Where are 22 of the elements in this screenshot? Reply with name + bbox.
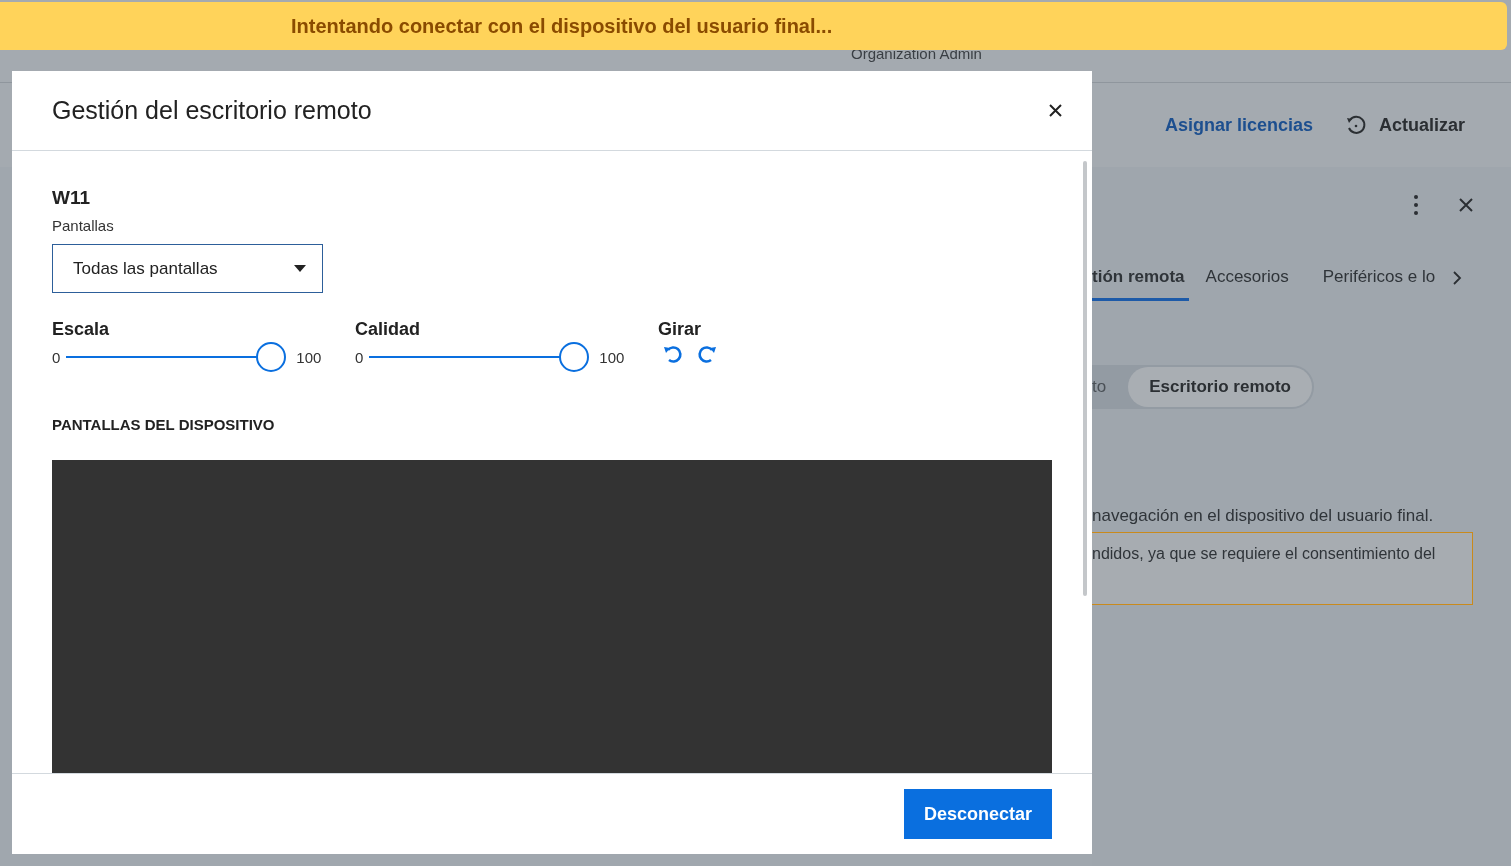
warning-box: ndidos, ya que se requiere el consentimiento del: [1092, 532, 1473, 605]
panel-tab[interactable]: Periféricos e lo: [1305, 255, 1453, 301]
slider-min: 0: [52, 348, 61, 366]
section-title: PANTALLAS DEL DISPOSITIVO: [52, 416, 276, 433]
refresh-button[interactable]: Actualizar: [1344, 114, 1465, 136]
slider-min: 0: [355, 348, 364, 366]
description-text: navegación en el dispositivo del usuario final.: [1092, 506, 1435, 526]
slider-label: Calidad: [355, 319, 421, 340]
slider-max: 100: [599, 348, 625, 366]
slider-max: 100: [296, 348, 322, 366]
segment-option[interactable]: Escritorio remoto: [1128, 367, 1312, 407]
panel-tab[interactable]: Accesorios: [1188, 255, 1306, 301]
dialog-title: Gestión del escritorio remoto: [52, 96, 372, 125]
assign-licenses-link[interactable]: Asignar licencias: [1164, 114, 1313, 136]
disconnect-button[interactable]: Desconectar: [903, 789, 1052, 839]
slider-label: Escala: [52, 319, 111, 340]
screens-dropdown[interactable]: Todas las pantallas: [52, 244, 323, 293]
device-name: W11: [52, 187, 92, 209]
connection-banner: Intentando conectar con el dispositivo del usuario final...: [0, 2, 1507, 50]
screens-label: Pantallas: [52, 217, 115, 234]
rotate-label: Girar: [658, 319, 703, 340]
segment-option[interactable]: to: [1092, 367, 1129, 407]
